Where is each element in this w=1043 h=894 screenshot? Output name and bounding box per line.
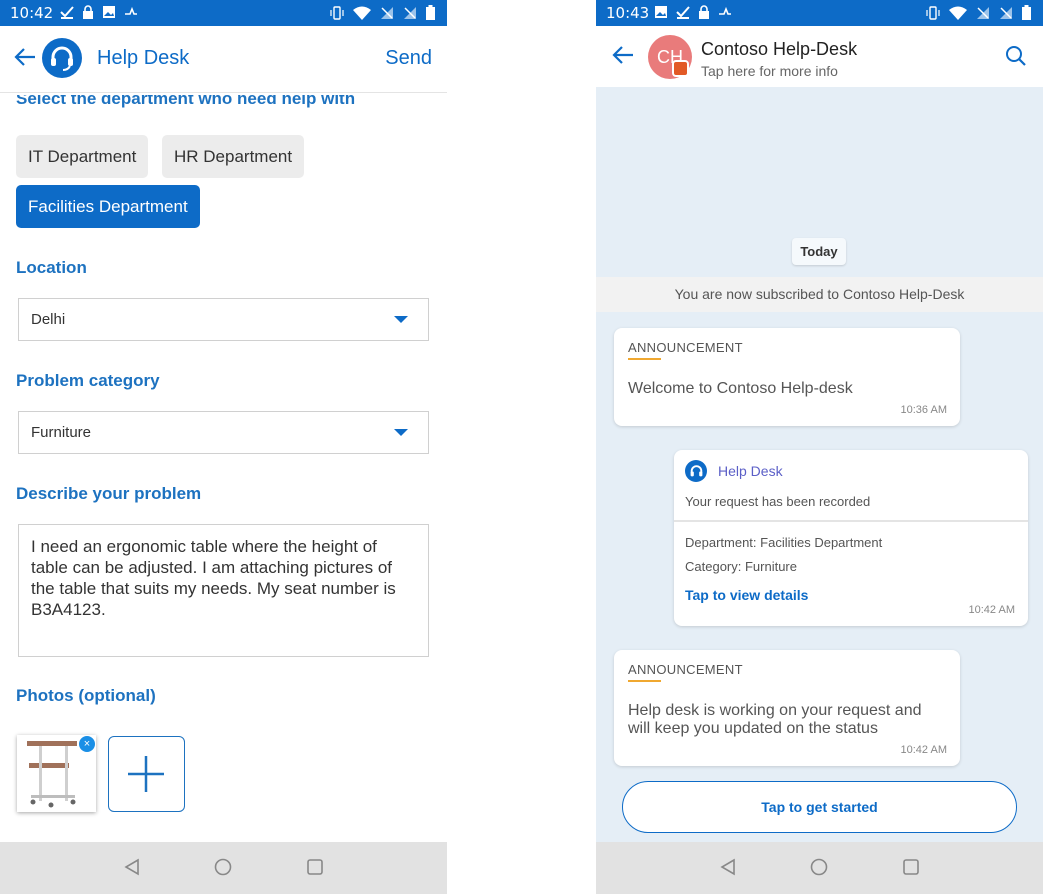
help-desk-bot-avatar bbox=[685, 460, 707, 482]
headset-icon bbox=[51, 46, 73, 71]
problem-category-value: Furniture bbox=[31, 424, 92, 441]
message-timestamp: 10:36 AM bbox=[900, 404, 947, 416]
vibrate-icon bbox=[330, 5, 344, 20]
headset-icon bbox=[690, 464, 702, 476]
get-started-button[interactable]: Tap to get started bbox=[622, 781, 1017, 833]
add-photo-button[interactable] bbox=[108, 736, 185, 812]
problem-category-dropdown[interactable]: Furniture bbox=[18, 411, 429, 454]
no-signal-icon bbox=[977, 6, 989, 19]
image-icon bbox=[655, 6, 667, 18]
help-desk-form-screen: 10:42 Help Desk Send Select the departme… bbox=[0, 0, 447, 894]
nav-recents-icon[interactable] bbox=[902, 858, 920, 876]
no-signal-icon bbox=[381, 6, 393, 19]
battery-icon bbox=[1022, 5, 1031, 20]
message-timestamp: 10:42 AM bbox=[968, 604, 1015, 616]
image-icon bbox=[103, 6, 115, 18]
lock-icon bbox=[83, 5, 93, 19]
sender-name: Help Desk bbox=[718, 463, 783, 479]
location-label: Location bbox=[16, 258, 87, 277]
location-value: Delhi bbox=[31, 311, 66, 328]
status-time: 10:42 bbox=[10, 4, 54, 22]
announcement-text: Help desk is working on your request and… bbox=[628, 702, 922, 737]
location-dropdown[interactable]: Delhi bbox=[18, 298, 429, 341]
accent-line bbox=[628, 358, 661, 360]
status-notification-icons bbox=[60, 5, 138, 19]
subscription-notice: You are now subscribed to Contoso Help-D… bbox=[596, 277, 1043, 312]
office-badge-icon bbox=[672, 60, 689, 77]
android-nav-bar bbox=[596, 842, 1043, 894]
chip-hr-department[interactable]: HR Department bbox=[162, 135, 305, 178]
lock-icon bbox=[699, 5, 709, 19]
announcement-card: ANNOUNCEMENT Help desk is working on you… bbox=[614, 650, 960, 766]
data-sync-icon bbox=[719, 6, 731, 15]
status-system-icons bbox=[330, 5, 435, 20]
no-signal-icon-2 bbox=[1000, 6, 1012, 19]
plus-icon bbox=[128, 756, 164, 792]
problem-category-label: Problem category bbox=[16, 371, 160, 390]
announcement-text: Welcome to Contoso Help-desk bbox=[628, 380, 853, 397]
accent-line bbox=[628, 680, 661, 682]
wifi-icon bbox=[353, 6, 371, 20]
date-divider: Today bbox=[792, 238, 846, 265]
announcement-tag: ANNOUNCEMENT bbox=[628, 340, 743, 355]
view-details-link[interactable]: Tap to view details bbox=[685, 587, 808, 603]
chip-it-department[interactable]: IT Department bbox=[16, 135, 149, 178]
status-bar: 10:42 bbox=[0, 0, 447, 26]
vibrate-icon bbox=[926, 5, 940, 20]
back-arrow-icon[interactable] bbox=[14, 48, 36, 66]
remove-photo-icon[interactable]: × bbox=[79, 736, 95, 752]
no-signal-icon-2 bbox=[404, 6, 416, 19]
request-recorded-card: Help Desk Your request has been recorded… bbox=[674, 450, 1028, 626]
back-arrow-icon[interactable] bbox=[612, 46, 634, 64]
wifi-icon bbox=[949, 6, 967, 20]
android-nav-bar bbox=[0, 842, 447, 894]
status-notification-icons bbox=[654, 5, 732, 19]
chat-subtitle[interactable]: Tap here for more info bbox=[701, 63, 838, 79]
chip-facilities-department[interactable]: Facilities Department bbox=[16, 185, 200, 228]
nav-home-icon[interactable] bbox=[810, 858, 828, 876]
check-icon bbox=[676, 6, 690, 19]
nav-recents-icon[interactable] bbox=[306, 858, 324, 876]
data-sync-icon bbox=[125, 6, 137, 15]
chevron-down-icon bbox=[394, 429, 408, 436]
chevron-down-icon bbox=[394, 316, 408, 323]
status-time: 10:43 bbox=[606, 4, 650, 22]
department-line: Department: Facilities Department bbox=[685, 535, 883, 550]
send-button[interactable]: Send bbox=[385, 47, 432, 70]
problem-description-field[interactable]: I need an ergonomic table where the heig… bbox=[18, 524, 429, 657]
describe-problem-label: Describe your problem bbox=[16, 484, 202, 503]
nav-back-icon[interactable] bbox=[123, 858, 141, 876]
category-line: Category: Furniture bbox=[685, 559, 797, 574]
search-icon[interactable] bbox=[1005, 45, 1027, 67]
status-bar: 10:43 bbox=[596, 0, 1043, 26]
help-desk-logo bbox=[42, 38, 82, 78]
divider bbox=[674, 520, 1028, 522]
photos-label: Photos (optional) bbox=[16, 686, 156, 705]
chat-header[interactable]: CH Contoso Help-Desk Tap here for more i… bbox=[596, 26, 1043, 87]
nav-home-icon[interactable] bbox=[214, 858, 232, 876]
chat-screen: 10:43 CH Contoso Help-Desk Tap here for … bbox=[596, 0, 1043, 894]
app-bar: Help Desk Send bbox=[0, 26, 447, 93]
app-title: Help Desk bbox=[97, 47, 190, 69]
announcement-tag: ANNOUNCEMENT bbox=[628, 662, 743, 677]
request-status-text: Your request has been recorded bbox=[685, 494, 871, 509]
check-icon bbox=[60, 6, 74, 19]
chat-title: Contoso Help-Desk bbox=[701, 39, 858, 59]
battery-icon bbox=[426, 5, 435, 20]
nav-back-icon[interactable] bbox=[719, 858, 737, 876]
announcement-card: ANNOUNCEMENT Welcome to Contoso Help-des… bbox=[614, 328, 960, 426]
status-system-icons bbox=[926, 5, 1031, 20]
message-timestamp: 10:42 AM bbox=[900, 744, 947, 756]
